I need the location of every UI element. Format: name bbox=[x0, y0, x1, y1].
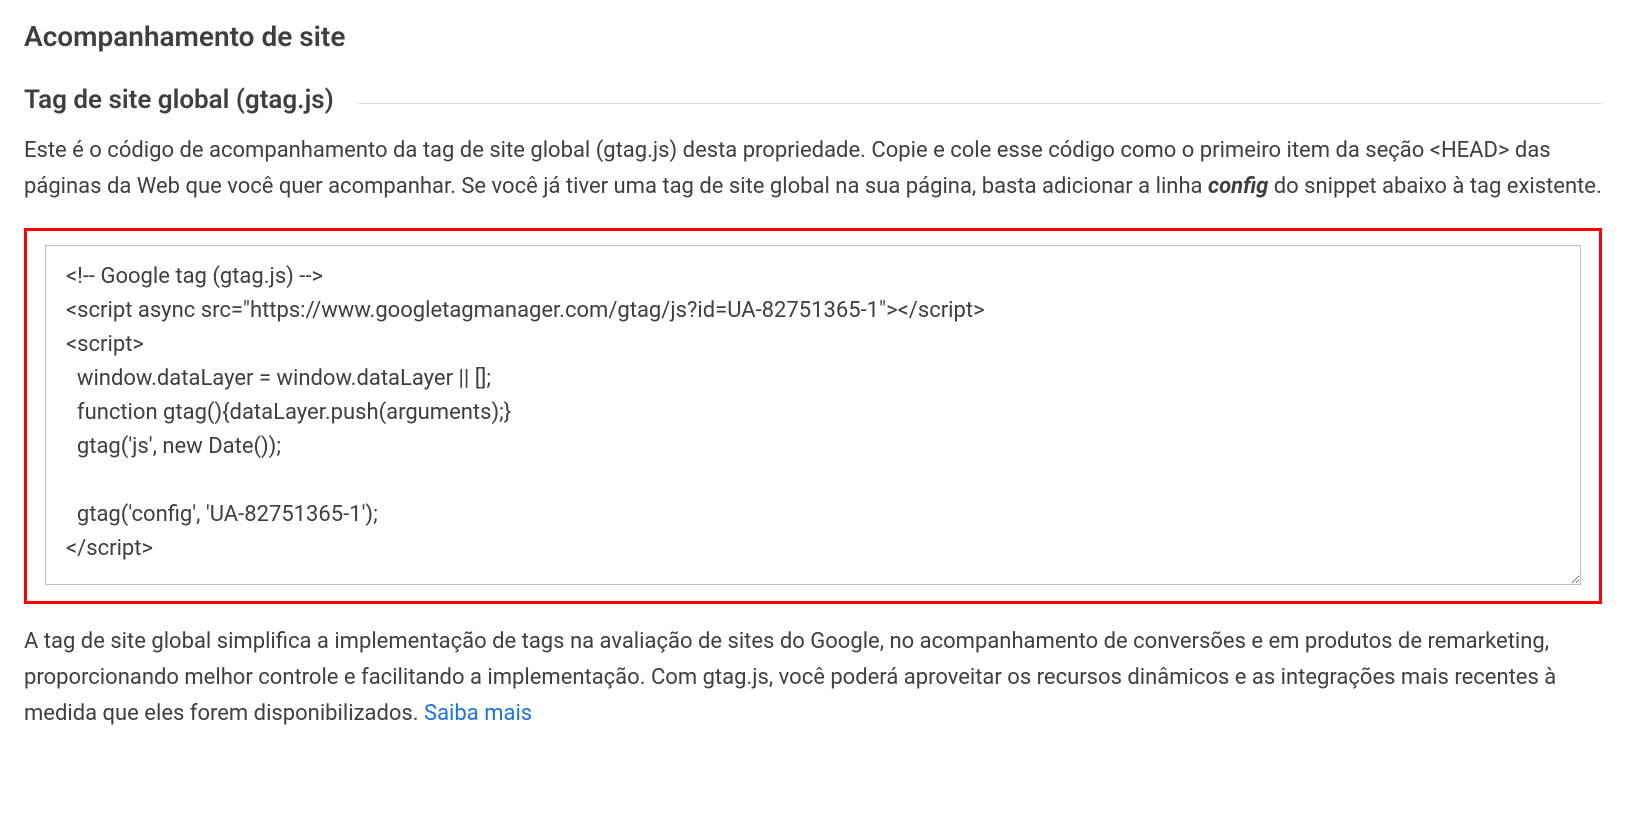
section-header-row: Tag de site global (gtag.js) bbox=[24, 85, 1602, 115]
section-description: Este é o código de acompanhamento da tag… bbox=[24, 133, 1602, 206]
tracking-code-textarea[interactable] bbox=[45, 245, 1581, 585]
description-text-2: do snippet abaixo à tag existente. bbox=[1268, 174, 1601, 199]
code-highlight-box bbox=[24, 228, 1602, 604]
page-title: Acompanhamento de site bbox=[24, 20, 1602, 53]
section-title: Tag de site global (gtag.js) bbox=[24, 85, 358, 115]
footer-description: A tag de site global simplifica a implem… bbox=[24, 624, 1602, 733]
description-config-word: config bbox=[1208, 174, 1268, 199]
footer-text-content: A tag de site global simplifica a implem… bbox=[24, 629, 1556, 727]
section-divider bbox=[358, 103, 1602, 104]
learn-more-link[interactable]: Saiba mais bbox=[424, 701, 532, 726]
